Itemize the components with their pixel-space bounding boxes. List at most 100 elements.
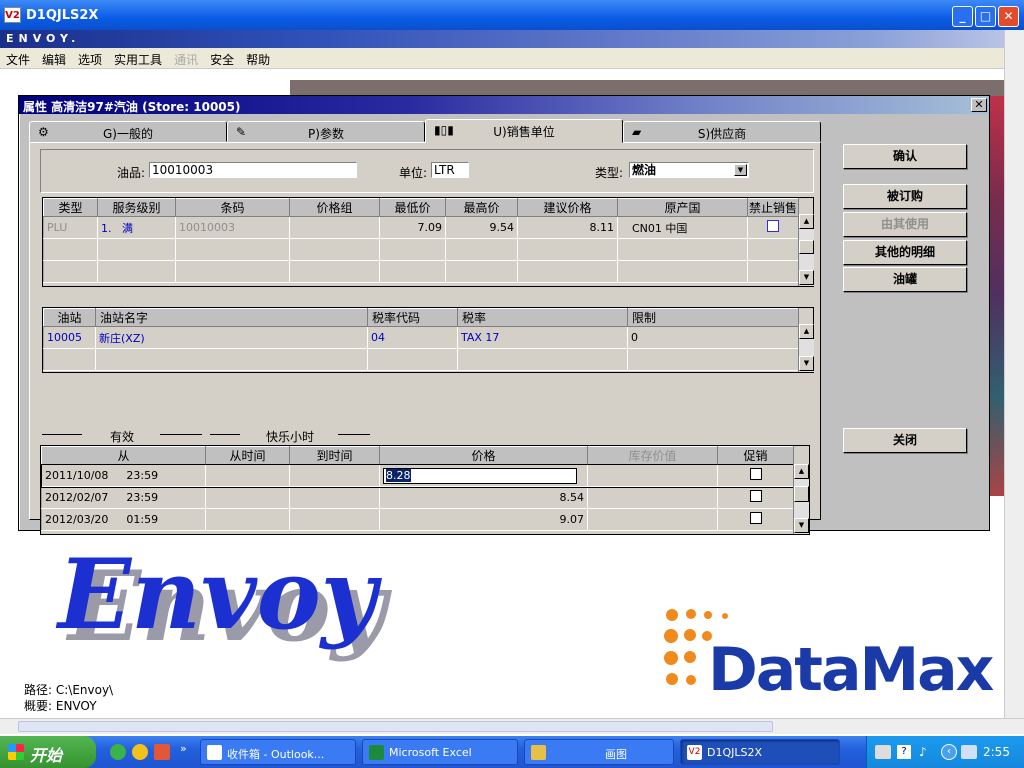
col-min-price[interactable]: 最低价 xyxy=(379,198,446,217)
close-window-button[interactable]: ✕ xyxy=(998,6,1019,27)
cell-origin[interactable]: CN01 中国 xyxy=(617,216,748,239)
task-paint[interactable]: 画图 xyxy=(524,739,674,765)
empty-cell[interactable] xyxy=(617,238,748,261)
table-row[interactable]: 2011/10/08 23:59 8.28 xyxy=(40,463,795,488)
scroll-down-icon[interactable]: ▼ xyxy=(794,518,809,533)
table-row[interactable] xyxy=(43,348,799,371)
col-price[interactable]: 价格 xyxy=(379,446,588,465)
empty-cell[interactable] xyxy=(367,348,458,371)
window-titlebar[interactable]: V2 D1QJLS2X _ □ ✕ xyxy=(0,0,1024,30)
empty-cell[interactable] xyxy=(627,348,799,371)
cell-tax-code[interactable]: 04 xyxy=(367,326,458,349)
tab-parameters[interactable]: ✎ P)参数 xyxy=(227,121,425,142)
empty-cell[interactable] xyxy=(95,348,368,371)
empty-cell[interactable] xyxy=(97,260,176,283)
cell-price-group[interactable] xyxy=(289,216,380,239)
cell-max-price[interactable]: 9.54 xyxy=(445,216,518,239)
cell-sale-forbidden[interactable] xyxy=(747,216,799,239)
empty-cell[interactable] xyxy=(457,348,628,371)
media-quicklaunch-icon[interactable] xyxy=(132,744,148,760)
close-button[interactable]: 关闭 xyxy=(843,428,967,453)
empty-cell[interactable] xyxy=(445,238,518,261)
main-horizontal-scrollbar[interactable] xyxy=(0,718,1024,734)
other-details-button[interactable]: 其他的明细 xyxy=(843,240,967,265)
cell-from-date[interactable]: 2012/02/07 23:59 xyxy=(41,486,206,509)
cell-limit[interactable]: 0 xyxy=(627,326,799,349)
cell-promotion[interactable] xyxy=(717,464,794,487)
cell-type[interactable]: PLU xyxy=(43,216,98,239)
cell-from-date[interactable]: 2011/10/08 23:59 xyxy=(41,464,206,487)
ie-quicklaunch-icon[interactable] xyxy=(110,744,126,760)
unit-input[interactable]: LTR xyxy=(431,162,469,178)
col-from[interactable]: 从 xyxy=(41,446,206,465)
scroll-down-icon[interactable]: ▼ xyxy=(799,270,814,285)
task-excel[interactable]: Microsoft Excel xyxy=(362,739,518,765)
table-row[interactable]: 10005 新庄(XZ) 04 TAX 17 0 xyxy=(43,326,799,349)
col-sale-forbidden[interactable]: 禁止销售 xyxy=(747,198,799,217)
cell-promotion[interactable] xyxy=(717,508,794,531)
empty-cell[interactable] xyxy=(617,260,748,283)
scroll-up-icon[interactable]: ▲ xyxy=(799,324,814,339)
col-to-time[interactable]: 到时间 xyxy=(289,446,380,465)
col-tax-code[interactable]: 税率代码 xyxy=(367,308,458,327)
cell-to-time[interactable] xyxy=(289,486,380,509)
ordered-button[interactable]: 被订购 xyxy=(843,184,967,209)
col-origin[interactable]: 原产国 xyxy=(617,198,748,217)
col-barcode[interactable]: 条码 xyxy=(175,198,290,217)
empty-cell[interactable] xyxy=(43,348,96,371)
table-row[interactable] xyxy=(43,238,799,261)
scroll-thumb[interactable] xyxy=(18,721,773,732)
product-input[interactable]: 10010003 xyxy=(149,162,357,178)
scroll-down-icon[interactable]: ▼ xyxy=(799,356,814,371)
empty-cell[interactable] xyxy=(517,238,618,261)
tab-supplier[interactable]: ▰ S)供应商 xyxy=(623,121,821,142)
task-envoy[interactable]: V2 D1QJLS2X xyxy=(680,739,840,765)
scroll-up-icon[interactable]: ▲ xyxy=(794,464,809,479)
promotion-checkbox[interactable] xyxy=(749,512,762,524)
tab-sales-unit[interactable]: ▮▯▮ U)销售单位 xyxy=(425,119,623,143)
empty-cell[interactable] xyxy=(445,260,518,283)
ok-button[interactable]: 确认 xyxy=(843,144,967,169)
cell-station-name[interactable]: 新庄(XZ) xyxy=(95,326,368,349)
empty-cell[interactable] xyxy=(289,260,380,283)
tray-expand-icon[interactable]: ‹ xyxy=(941,744,957,760)
help-icon[interactable]: ? xyxy=(897,745,911,759)
dialog-close-button[interactable]: ✕ xyxy=(971,98,987,112)
keyboard-icon[interactable] xyxy=(875,745,891,759)
empty-cell[interactable] xyxy=(97,238,176,261)
station-grid-scrollbar[interactable]: ▲ ▼ xyxy=(798,324,814,372)
empty-cell[interactable] xyxy=(175,260,290,283)
promotion-checkbox[interactable] xyxy=(749,490,762,502)
cell-to-time[interactable] xyxy=(289,464,380,487)
sales-grid-scrollbar[interactable]: ▲ ▼ xyxy=(798,214,814,286)
promotion-checkbox[interactable] xyxy=(749,468,762,480)
table-row[interactable]: 2012/02/07 23:59 8.54 xyxy=(41,486,794,509)
price-edit-input[interactable]: 8.28 xyxy=(383,467,577,484)
tank-button[interactable]: 油罐 xyxy=(843,267,967,292)
cell-price[interactable]: 9.07 xyxy=(379,508,588,531)
menu-options[interactable]: 选项 xyxy=(72,48,108,71)
cell-promotion[interactable] xyxy=(717,486,794,509)
volume-icon[interactable]: ♪ xyxy=(919,745,933,759)
cell-suggested-price[interactable]: 8.11 xyxy=(517,216,618,239)
empty-cell[interactable] xyxy=(289,238,380,261)
table-row[interactable] xyxy=(43,260,799,283)
tab-general[interactable]: ⚙ G)一般的 xyxy=(29,121,227,142)
app-quicklaunch-icon[interactable] xyxy=(154,744,170,760)
col-max-price[interactable]: 最高价 xyxy=(445,198,518,217)
sale-forbidden-checkbox[interactable] xyxy=(767,220,779,232)
col-station-name[interactable]: 油站名字 xyxy=(95,308,368,327)
cell-barcode[interactable]: 10010003 xyxy=(175,216,290,239)
table-row[interactable]: PLU 1. 满 10010003 7.09 9.54 8.11 CN01 中国 xyxy=(43,216,799,239)
type-select[interactable]: 燃油 ▼ xyxy=(629,162,749,178)
scroll-thumb[interactable] xyxy=(799,240,814,254)
col-price-group[interactable]: 价格组 xyxy=(289,198,380,217)
task-outlook[interactable]: 收件箱 - Outlook... xyxy=(200,739,356,765)
quicklaunch-more-icon[interactable]: » xyxy=(180,742,187,755)
empty-cell[interactable] xyxy=(379,260,446,283)
minimize-button[interactable]: _ xyxy=(952,6,973,27)
cell-price[interactable]: 8.54 xyxy=(379,486,588,509)
cell-from-time[interactable] xyxy=(205,464,290,487)
cell-station-id[interactable]: 10005 xyxy=(43,326,96,349)
col-promotion[interactable]: 促销 xyxy=(717,446,794,465)
